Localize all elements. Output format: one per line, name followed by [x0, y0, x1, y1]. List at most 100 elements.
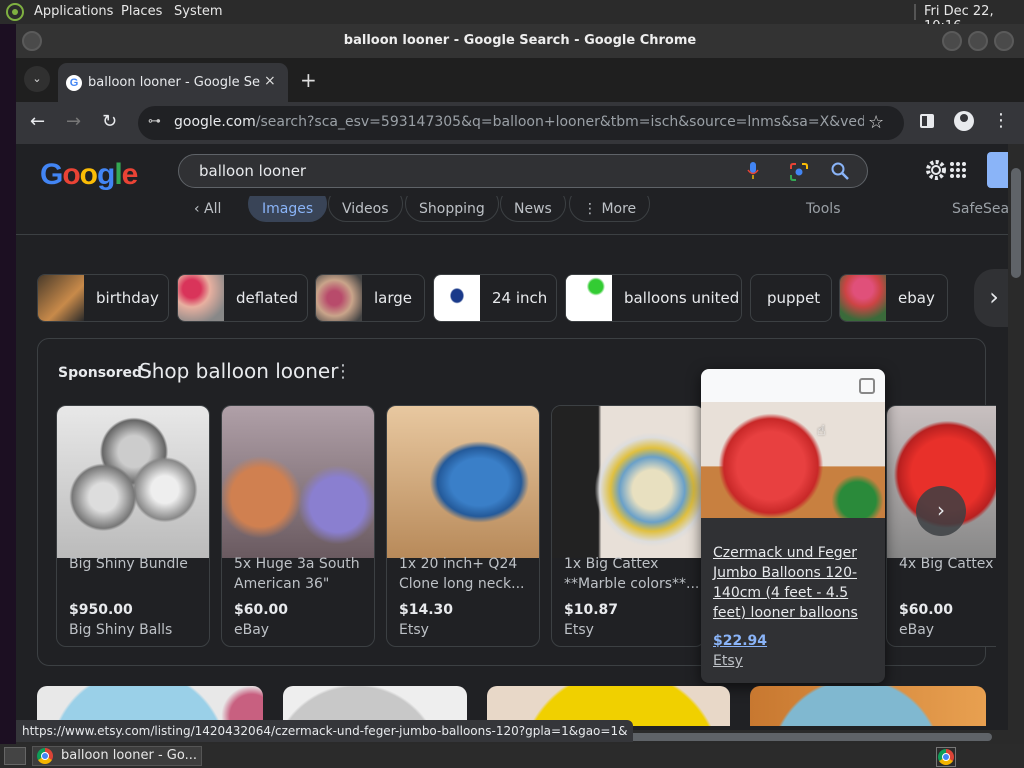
carousel-next-button[interactable]: ›: [916, 486, 966, 536]
new-tab-button[interactable]: +: [300, 68, 317, 92]
chrome-logo-icon: [37, 748, 53, 764]
product-card[interactable]: 1x 20 inch+ Q24 Clone long neck... $14.3…: [386, 405, 540, 647]
window-title: balloon looner - Google Search - Google …: [343, 33, 697, 48]
product-card[interactable]: Big Shiny Bundle $950.00 Big Shiny Balls: [56, 405, 210, 647]
chip-ebay[interactable]: ebay: [839, 274, 948, 322]
url-host: google.com: [174, 114, 256, 130]
microphone-icon[interactable]: [747, 161, 759, 181]
filter-all[interactable]: ‹ All: [180, 196, 235, 222]
places-menu[interactable]: Places: [121, 4, 162, 19]
reload-icon[interactable]: ↻: [102, 111, 117, 132]
filter-images[interactable]: Images: [248, 196, 328, 222]
chips-next-button[interactable]: ›: [974, 269, 1008, 327]
google-logo[interactable]: Google: [40, 158, 138, 192]
product-title: 5x Huge 3a South American 36" 40"...: [234, 556, 360, 592]
chip-thumbnail: [840, 275, 886, 321]
ads-menu-icon[interactable]: ⋮: [334, 361, 352, 382]
tab-search-button[interactable]: ⌄: [24, 66, 50, 92]
desktop-background: [0, 24, 16, 744]
filter-shopping[interactable]: Shopping: [405, 196, 499, 222]
vertical-scrollbar[interactable]: [1008, 144, 1024, 730]
status-url-bubble: https://www.etsy.com/listing/1420432064/…: [16, 720, 634, 742]
google-lens-icon[interactable]: [789, 162, 809, 182]
search-filters: ‹ All Images Videos Shopping News ⋮ More…: [16, 196, 1008, 232]
hover-card-header: [701, 369, 885, 402]
filter-more[interactable]: ⋮ More: [569, 196, 651, 222]
forward-icon[interactable]: →: [66, 111, 81, 132]
address-bar[interactable]: ⊶ google.com/search?sca_esv=593147305&q=…: [138, 106, 904, 140]
chip-thumbnail: [566, 275, 612, 321]
bookmark-star-icon[interactable]: ☆: [868, 112, 884, 133]
chip-puppet[interactable]: puppet: [750, 274, 832, 322]
close-window-button[interactable]: [994, 31, 1014, 51]
site-info-icon[interactable]: ⊶: [148, 114, 164, 130]
product-price[interactable]: $22.94: [713, 633, 767, 649]
chip-label: puppet: [767, 289, 821, 307]
search-query[interactable]: balloon looner: [199, 162, 306, 180]
image-result[interactable]: [750, 686, 986, 726]
tab-close-icon[interactable]: ×: [264, 73, 276, 89]
filter-news[interactable]: News: [500, 196, 566, 222]
tray-chrome-icon[interactable]: [936, 747, 956, 767]
product-title-link[interactable]: Czermack und Feger Jumbo Balloons 120-14…: [713, 543, 875, 623]
ads-title: Shop balloon looner: [139, 359, 339, 383]
chip-label: ebay: [898, 289, 935, 307]
distro-logo-icon[interactable]: [6, 3, 24, 21]
tab-title: balloon looner - Google Search: [88, 75, 260, 90]
product-title: 1x Big Cattex **Marble colors**...: [564, 556, 700, 592]
chrome-window: balloon looner - Google Search - Google …: [16, 24, 1024, 744]
open-in-new-icon[interactable]: [859, 378, 875, 394]
applications-menu[interactable]: Applications: [34, 4, 113, 19]
product-price: $60.00: [234, 602, 289, 618]
google-images-page: Google balloon looner ‹ All Images Video…: [16, 144, 1008, 726]
product-price: $10.87: [564, 602, 619, 618]
chip-label: deflated: [236, 289, 299, 307]
product-image: [57, 406, 209, 558]
system-menu[interactable]: System: [174, 4, 222, 19]
product-card[interactable]: 5x Huge 3a South American 36" 40"... $60…: [221, 405, 375, 647]
chip-large[interactable]: large: [315, 274, 425, 322]
profile-icon[interactable]: [954, 111, 974, 131]
product-card[interactable]: 1x Big Cattex **Marble colors**... $10.8…: [551, 405, 705, 647]
product-image: [387, 406, 539, 558]
google-apps-icon[interactable]: [948, 160, 968, 180]
url-text[interactable]: google.com/search?sca_esv=593147305&q=ba…: [174, 114, 864, 130]
product-store[interactable]: Etsy: [713, 653, 743, 669]
taskbar-window-title: balloon looner - Go...: [61, 748, 197, 763]
product-price: $60.00: [899, 602, 954, 618]
chrome-menu-icon[interactable]: ⋮: [992, 110, 1010, 131]
settings-gear-icon[interactable]: [924, 158, 948, 182]
window-titlebar[interactable]: balloon looner - Google Search - Google …: [16, 24, 1024, 58]
maximize-button[interactable]: [968, 31, 988, 51]
window-menu-button[interactable]: [22, 31, 42, 51]
product-image: [701, 402, 885, 518]
minimize-button[interactable]: [942, 31, 962, 51]
search-box[interactable]: balloon looner: [178, 154, 868, 188]
side-panel-icon[interactable]: [920, 114, 934, 128]
filter-videos[interactable]: Videos: [328, 196, 403, 222]
filter-safesearch[interactable]: SafeSearch: [938, 196, 1008, 222]
product-card-hovered[interactable]: ☝ Czermack und Feger Jumbo Balloons 120-…: [701, 369, 885, 683]
chip-thumbnail: [434, 275, 480, 321]
product-price: $950.00: [69, 602, 133, 618]
sign-in-button[interactable]: [987, 152, 1008, 188]
show-desktop-button[interactable]: [4, 747, 26, 765]
chip-deflated[interactable]: deflated: [177, 274, 308, 322]
chip-birthday[interactable]: birthday: [37, 274, 169, 322]
chip-24-inch[interactable]: 24 inch: [433, 274, 557, 322]
chip-label: birthday: [96, 289, 159, 307]
chip-label: 24 inch: [492, 289, 548, 307]
filter-tools[interactable]: Tools: [792, 196, 855, 222]
horizontal-scrollbar-thumb[interactable]: [612, 733, 992, 741]
back-icon[interactable]: ←: [30, 111, 45, 132]
search-icon[interactable]: [830, 161, 850, 181]
product-title: 1x 20 inch+ Q24 Clone long neck...: [399, 556, 525, 592]
chip-balloons-united[interactable]: balloons united: [565, 274, 742, 322]
chrome-logo-icon: [938, 749, 954, 765]
product-store: Etsy: [399, 622, 429, 638]
chip-thumbnail: [316, 275, 362, 321]
taskbar-chrome-window[interactable]: balloon looner - Go...: [32, 746, 202, 766]
product-image: [552, 406, 704, 558]
vertical-scrollbar-thumb[interactable]: [1011, 168, 1021, 278]
tab-active[interactable]: G balloon looner - Google Search ×: [58, 63, 288, 102]
